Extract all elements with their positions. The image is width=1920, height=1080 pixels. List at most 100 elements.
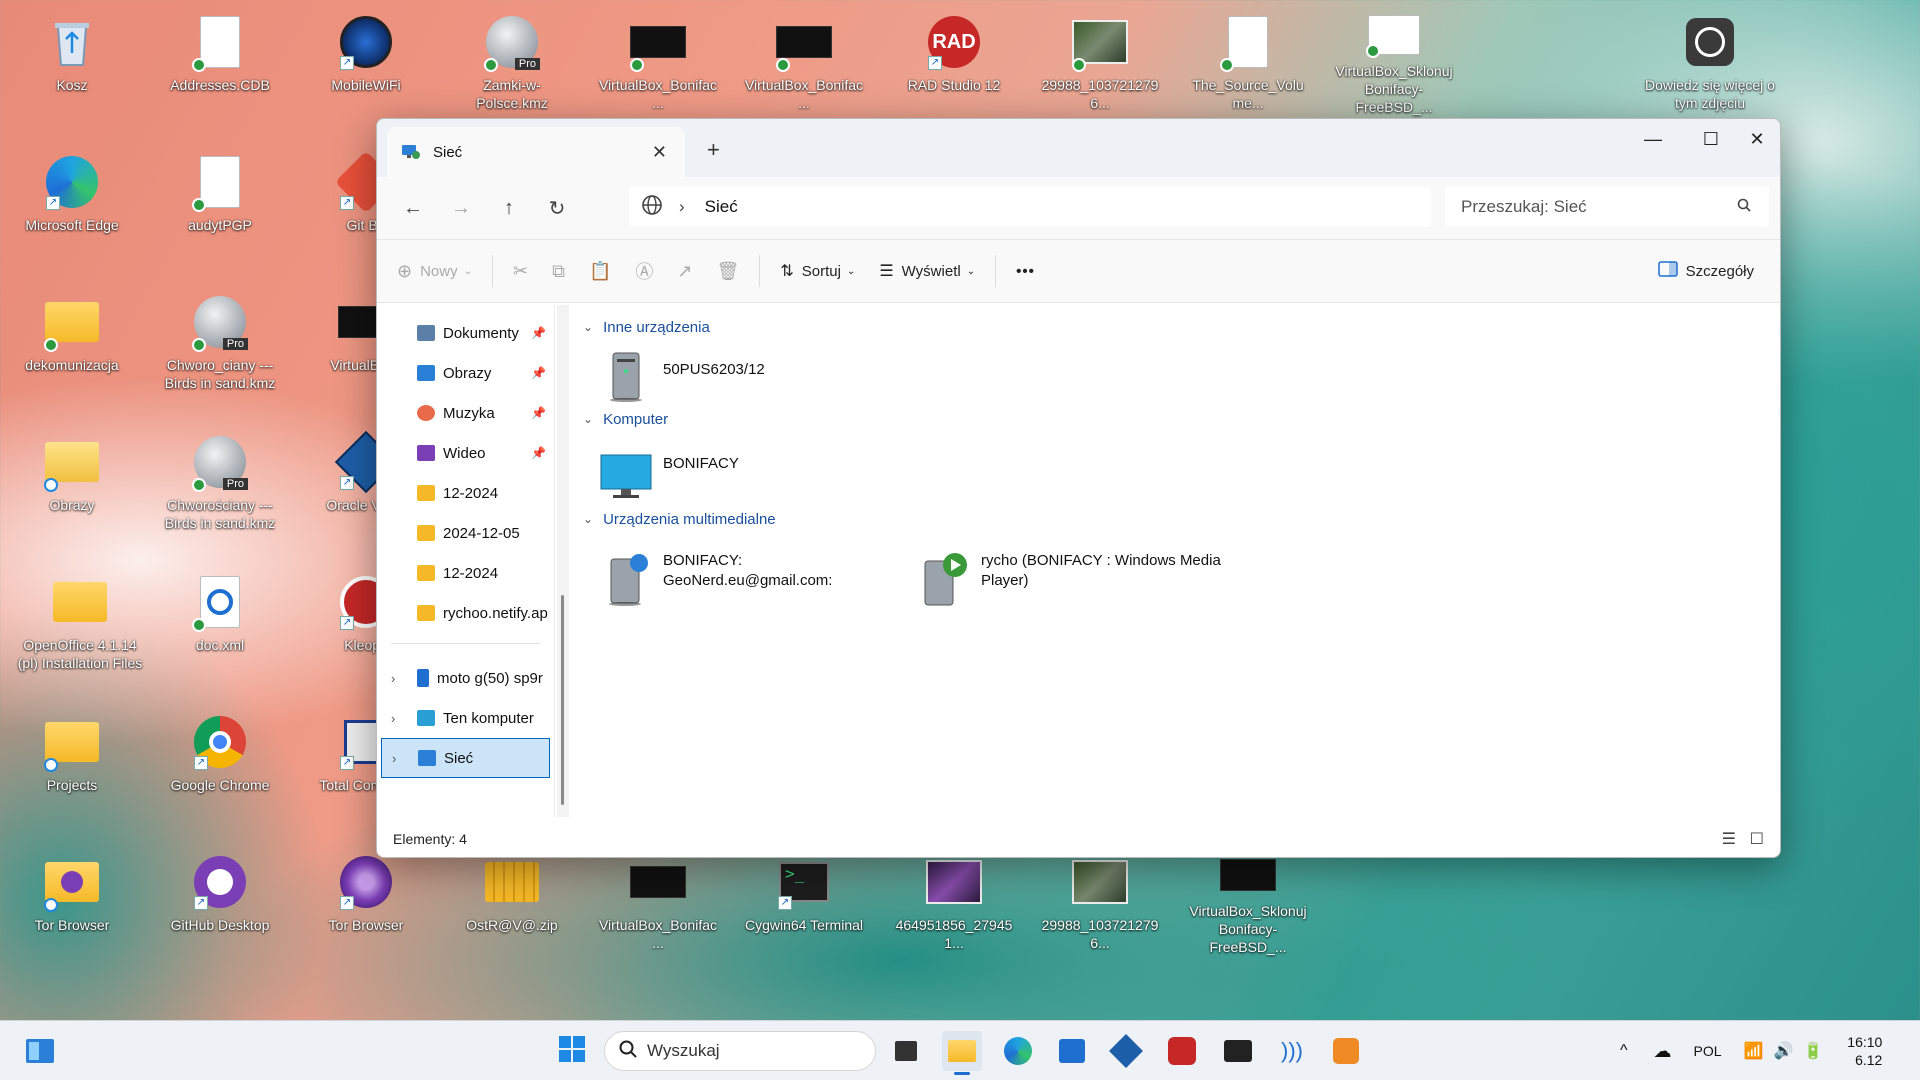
- group-header-inne-urzadzenia[interactable]: ⌄ Inne urządzenia: [571, 313, 1776, 341]
- device-item-50pus6203[interactable]: 50PUS6203/12: [599, 351, 765, 403]
- group-header-urzadzenia-multimedialne[interactable]: ⌄ Urządzenia multimedialne: [571, 505, 776, 533]
- desktop-icon-virtualbox-1[interactable]: VirtualBox_Bonifac...: [598, 8, 718, 116]
- device-item-rycho-wmp[interactable]: rycho (BONIFACY : Windows Media Player): [917, 551, 1237, 606]
- search-input[interactable]: Przeszukaj: Sieć: [1461, 197, 1737, 217]
- taskbar-search-input[interactable]: Wyszukaj: [647, 1041, 720, 1061]
- taskbar-wifi-app[interactable]: ))): [1272, 1031, 1312, 1071]
- search-box[interactable]: Przeszukaj: Sieć: [1445, 187, 1769, 227]
- desktop-icon-cygwin[interactable]: >_ ↗ Cygwin64 Terminal: [744, 848, 864, 956]
- desktop-icon-learn-more[interactable]: Dowiedz się więcej o tym zdjęciu: [1630, 8, 1790, 116]
- desktop-icon-projects[interactable]: Projects: [12, 708, 132, 816]
- sort-button[interactable]: ⇅ Sortuj ⌄: [768, 261, 867, 281]
- desktop-icon-tor-browser[interactable]: ↗ Tor Browser: [306, 848, 426, 956]
- taskbar-virtualbox[interactable]: [1106, 1031, 1146, 1071]
- desktop-icon-virtualbox-4[interactable]: VirtualBox_Bonifac...: [598, 848, 718, 956]
- taskbar-search[interactable]: Wyszukaj: [604, 1031, 876, 1071]
- back-button[interactable]: ←: [389, 197, 437, 220]
- chevron-right-icon[interactable]: ›: [391, 711, 395, 726]
- large-icons-view-icon[interactable]: ☐: [1750, 829, 1764, 849]
- taskbar-store[interactable]: [1052, 1031, 1092, 1071]
- more-options-button[interactable]: •••: [1004, 263, 1047, 280]
- taskbar-media-player[interactable]: [1326, 1031, 1366, 1071]
- minimize-button[interactable]: —: [1630, 129, 1676, 150]
- task-view-button[interactable]: [886, 1031, 926, 1071]
- desktop-icon-tor-browser-folder[interactable]: Tor Browser: [12, 848, 132, 956]
- sidebar-item-dokumenty[interactable]: Dokumenty 📌: [377, 313, 554, 353]
- desktop-icon-ostrava-zip[interactable]: OstR@V@.zip: [452, 848, 572, 956]
- device-item-bonifacy[interactable]: BONIFACY: [599, 451, 739, 503]
- sidebar-item-muzyka[interactable]: Muzyka 📌: [377, 393, 554, 433]
- desktop-icon-virtualbox-2[interactable]: VirtualBox_Bonifac...: [744, 8, 864, 116]
- taskbar-terminal[interactable]: [1218, 1031, 1258, 1071]
- details-button[interactable]: Szczegóły: [1646, 261, 1766, 281]
- group-header-komputer[interactable]: ⌄ Komputer: [571, 405, 668, 433]
- start-button[interactable]: [552, 1031, 592, 1071]
- desktop-icon-virtualbox-sklonuj[interactable]: VirtualBox_Sklonuj Bonifacy-FreeBSD_...: [1334, 8, 1454, 116]
- sidebar-item-wideo[interactable]: Wideo 📌: [377, 433, 554, 473]
- desktop-icon-mobilewifi[interactable]: ↗ MobileWiFi: [306, 8, 426, 116]
- desktop-icon-edge[interactable]: ↗ Microsoft Edge: [12, 148, 132, 256]
- desktop-icon-recycle-bin[interactable]: Kosz: [12, 8, 132, 116]
- desktop-icon-zamki-kmz[interactable]: Pro Zamki-w-Polsce.kmz: [452, 8, 572, 116]
- battery-icon[interactable]: 🔋: [1803, 1041, 1823, 1061]
- language-indicator[interactable]: POL: [1694, 1043, 1722, 1059]
- desktop-icon-the-source[interactable]: The_Source_Volume...: [1188, 8, 1308, 116]
- desktop-icon-photo-464951856[interactable]: 464951856_279451...: [894, 848, 1014, 956]
- sidebar-item-ten-komputer[interactable]: › Ten komputer: [377, 698, 554, 738]
- up-button[interactable]: ↑: [485, 197, 533, 220]
- new-button[interactable]: ⊕ Nowy ⌄: [385, 261, 484, 282]
- volume-icon[interactable]: 🔊: [1773, 1041, 1793, 1061]
- clock[interactable]: 16:10 6.12: [1847, 1033, 1882, 1069]
- desktop-icon-openoffice[interactable]: OpenOffice 4.1.14 (pl) Installation File…: [12, 568, 148, 676]
- wifi-icon[interactable]: 📶: [1744, 1041, 1764, 1061]
- details-view-icon[interactable]: ☰: [1722, 829, 1736, 849]
- desktop-icon-audytpgp[interactable]: audytPGP: [160, 148, 280, 256]
- sidebar-item-12-2024[interactable]: 12-2024: [377, 473, 554, 513]
- desktop-icon-addresses-cdb[interactable]: Addresses.CDB: [160, 8, 280, 116]
- sidebar-item-rychoo[interactable]: rychoo.netify.ap: [377, 593, 554, 633]
- rename-button[interactable]: Ⓐ: [623, 258, 665, 284]
- share-button[interactable]: ↗: [665, 261, 704, 282]
- paste-button[interactable]: 📋: [577, 261, 623, 282]
- sidebar-item-obrazy[interactable]: Obrazy 📌: [377, 353, 554, 393]
- chevron-up-icon[interactable]: ^: [1620, 1042, 1628, 1060]
- close-tab-icon[interactable]: ✕: [652, 142, 667, 163]
- desktop-icon-github-desktop[interactable]: ↗ GitHub Desktop: [160, 848, 280, 956]
- widgets-button[interactable]: [20, 1031, 60, 1071]
- sidebar-item-2024-12-05[interactable]: 2024-12-05: [377, 513, 554, 553]
- sidebar-item-moto-g50[interactable]: › moto g(50) sp9r: [377, 658, 554, 698]
- taskbar-file-explorer[interactable]: [942, 1031, 982, 1075]
- desktop-icon-photo-29988[interactable]: 29988_1037212796...: [1040, 8, 1160, 116]
- new-tab-button[interactable]: +: [707, 137, 720, 163]
- view-button[interactable]: ☰ Wyświetl ⌄: [867, 261, 987, 281]
- desktop-icon-chworo-kmz[interactable]: Pro Chworo_ciany --- Birds in sand.kmz: [160, 288, 280, 396]
- taskbar-edge[interactable]: [998, 1031, 1038, 1071]
- taskbar-app-red[interactable]: [1162, 1031, 1202, 1071]
- desktop-icon-rad-studio[interactable]: RAD ↗ RAD Studio 12: [894, 8, 1014, 116]
- desktop-icon-obrazy[interactable]: Obrazy: [12, 428, 132, 536]
- sidebar-item-12-2024-b[interactable]: 12-2024: [377, 553, 554, 593]
- desktop-icon-dekomunizacja[interactable]: dekomunizacja: [12, 288, 132, 396]
- onedrive-icon[interactable]: ☁: [1654, 1041, 1672, 1062]
- maximize-button[interactable]: ☐: [1688, 129, 1734, 150]
- delete-button[interactable]: 🗑: [704, 261, 751, 282]
- chevron-right-icon[interactable]: ›: [392, 751, 396, 766]
- desktop-icon-virtualbox-sklonuj-2[interactable]: VirtualBox_Sklonuj Bonifacy-FreeBSD_...: [1188, 848, 1308, 956]
- refresh-button[interactable]: ↻: [533, 196, 581, 221]
- address-bar[interactable]: › Sieć: [629, 187, 1431, 227]
- chevron-right-icon[interactable]: ›: [391, 671, 395, 686]
- desktop-icon-chworosciany-kmz[interactable]: Pro Chworościany --- Birds in sand.kmz: [160, 428, 280, 536]
- desktop-icon-photo-29988-b[interactable]: 29988_1037212796...: [1040, 848, 1160, 956]
- tab-siec[interactable]: Sieć ✕: [387, 127, 685, 177]
- desktop-icon-chrome[interactable]: ↗ Google Chrome: [160, 708, 280, 816]
- scrollbar-thumb[interactable]: [561, 595, 564, 805]
- copy-button[interactable]: ⧉: [540, 261, 577, 282]
- navigation-pane-scrollbar[interactable]: [557, 305, 569, 817]
- close-window-button[interactable]: ✕: [1734, 129, 1780, 150]
- device-item-bonifacy-geonerd[interactable]: BONIFACY: GeoNerd.eu@gmail.com:: [599, 551, 879, 606]
- desktop-icon-doc-xml[interactable]: doc.xml: [160, 568, 280, 676]
- sidebar-item-siec[interactable]: › Sieć: [381, 738, 550, 778]
- forward-button[interactable]: →: [437, 197, 485, 220]
- cut-button[interactable]: ✂: [501, 261, 540, 282]
- breadcrumb-siec[interactable]: Sieć: [705, 197, 738, 217]
